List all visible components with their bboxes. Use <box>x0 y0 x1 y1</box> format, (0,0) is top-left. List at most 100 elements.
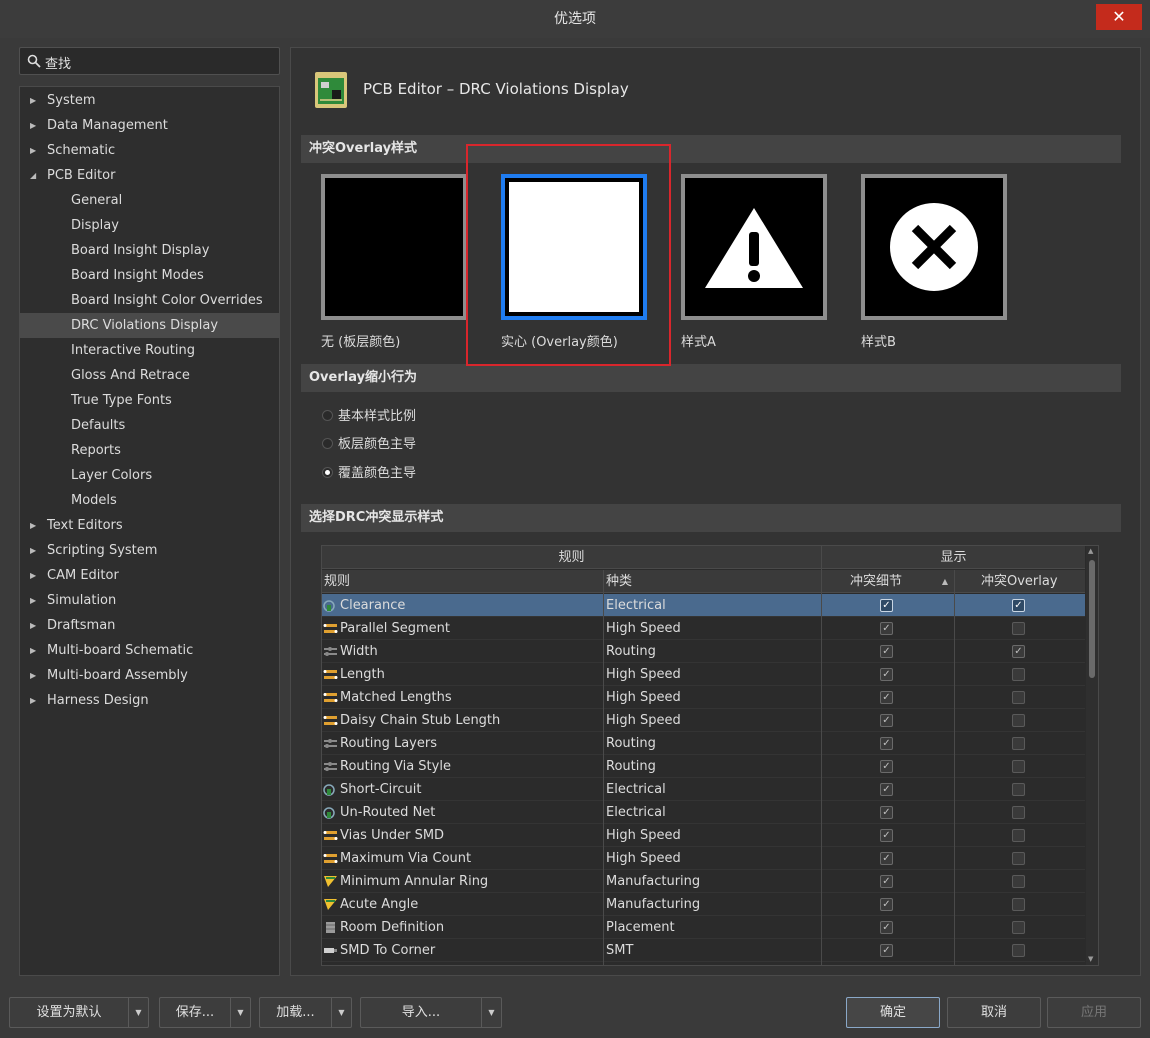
preferences-tree[interactable]: ▶ System ▶ Data Management ▶ Schematic ◢ PCB Ed… <box>19 86 280 976</box>
overlay-checkbox[interactable] <box>1012 829 1025 842</box>
column-header-detail[interactable]: 冲突细节 ▲ <box>822 570 954 593</box>
tree-item-interactive-routing[interactable]: Interactive Routing <box>20 338 279 363</box>
drc-rules-grid[interactable]: 规则 显示 规则 种类 冲突细节 ▲ 冲突Overlay Clearance El… <box>321 545 1099 966</box>
tree-item-drc-violations-display[interactable]: DRC Violations Display <box>20 313 279 338</box>
tree-item-general[interactable]: General <box>20 188 279 213</box>
collapsed-arrow-icon[interactable]: ▶ <box>30 688 36 713</box>
column-header-kind[interactable]: 种类 <box>604 570 821 593</box>
tree-item-layer-colors[interactable]: Layer Colors <box>20 463 279 488</box>
tree-item-schematic[interactable]: ▶ Schematic <box>20 138 279 163</box>
grid-scrollbar[interactable]: ▲ ▼ <box>1086 546 1098 965</box>
collapsed-arrow-icon[interactable]: ▶ <box>30 113 36 138</box>
collapsed-arrow-icon[interactable]: ▶ <box>30 588 36 613</box>
expanded-arrow-icon[interactable]: ◢ <box>30 163 36 188</box>
detail-checkbox[interactable]: ✓ <box>880 829 893 842</box>
radio-overlay-color-dominant[interactable]: 覆盖颜色主导 <box>322 462 416 481</box>
tree-item-board-insight-color-overrides[interactable]: Board Insight Color Overrides <box>20 288 279 313</box>
collapsed-arrow-icon[interactable]: ▶ <box>30 663 36 688</box>
overlay-checkbox[interactable] <box>1012 898 1025 911</box>
tree-item-board-insight-display[interactable]: Board Insight Display <box>20 238 279 263</box>
tree-item-cam-editor[interactable]: ▶ CAM Editor <box>20 563 279 588</box>
radio-indicator[interactable] <box>322 438 333 449</box>
tree-item-pcb-editor[interactable]: ◢ PCB Editor <box>20 163 279 188</box>
table-row[interactable]: SMD To Corner SMT ✓ <box>322 939 1085 962</box>
detail-checkbox[interactable]: ✓ <box>880 852 893 865</box>
tree-item-multi-board-schematic[interactable]: ▶ Multi-board Schematic <box>20 638 279 663</box>
overlay-style-none-tile[interactable] <box>321 174 467 320</box>
chevron-down-icon[interactable]: ▼ <box>481 998 501 1027</box>
table-row[interactable]: Length High Speed ✓ <box>322 663 1085 686</box>
collapsed-arrow-icon[interactable]: ▶ <box>30 638 36 663</box>
table-row[interactable]: Daisy Chain Stub Length High Speed ✓ <box>322 709 1085 732</box>
set-default-button[interactable]: 设置为默认 ▼ <box>9 997 149 1028</box>
detail-checkbox[interactable]: ✓ <box>880 806 893 819</box>
overlay-checkbox[interactable] <box>1012 921 1025 934</box>
radio-layer-color-dominant[interactable]: 板层颜色主导 <box>322 433 416 452</box>
overlay-checkbox[interactable] <box>1012 714 1025 727</box>
table-row[interactable]: Room Definition Placement ✓ <box>322 916 1085 939</box>
table-row[interactable]: Matched Lengths High Speed ✓ <box>322 686 1085 709</box>
detail-checkbox[interactable]: ✓ <box>880 599 893 612</box>
tree-item-multi-board-assembly[interactable]: ▶ Multi-board Assembly <box>20 663 279 688</box>
tree-item-reports[interactable]: Reports <box>20 438 279 463</box>
import-button[interactable]: 导入... ▼ <box>360 997 502 1028</box>
detail-checkbox[interactable]: ✓ <box>880 921 893 934</box>
overlay-style-b-tile[interactable] <box>861 174 1007 320</box>
overlay-checkbox[interactable] <box>1012 875 1025 888</box>
save-button[interactable]: 保存... ▼ <box>159 997 251 1028</box>
overlay-checkbox[interactable] <box>1012 806 1025 819</box>
table-row[interactable]: Clearance Electrical ✓ ✓ <box>322 594 1085 617</box>
tree-item-scripting-system[interactable]: ▶ Scripting System <box>20 538 279 563</box>
tree-item-true-type-fonts[interactable]: True Type Fonts <box>20 388 279 413</box>
detail-checkbox[interactable]: ✓ <box>880 714 893 727</box>
column-header-rule[interactable]: 规则 <box>322 570 603 593</box>
table-row[interactable]: Width Routing ✓ ✓ <box>322 640 1085 663</box>
overlay-checkbox[interactable]: ✓ <box>1012 645 1025 658</box>
collapsed-arrow-icon[interactable]: ▶ <box>30 563 36 588</box>
tree-item-harness-design[interactable]: ▶ Harness Design <box>20 688 279 713</box>
overlay-checkbox[interactable] <box>1012 760 1025 773</box>
overlay-checkbox[interactable] <box>1012 668 1025 681</box>
table-row[interactable]: Acute Angle Manufacturing ✓ <box>322 893 1085 916</box>
tree-item-defaults[interactable]: Defaults <box>20 413 279 438</box>
tree-item-models[interactable]: Models <box>20 488 279 513</box>
overlay-checkbox[interactable] <box>1012 737 1025 750</box>
overlay-checkbox[interactable] <box>1012 944 1025 957</box>
collapsed-arrow-icon[interactable]: ▶ <box>30 513 36 538</box>
scroll-up-icon[interactable]: ▲ <box>1088 547 1093 555</box>
tree-item-board-insight-modes[interactable]: Board Insight Modes <box>20 263 279 288</box>
overlay-checkbox[interactable] <box>1012 783 1025 796</box>
radio-indicator[interactable] <box>322 410 333 421</box>
chevron-down-icon[interactable]: ▼ <box>331 998 351 1027</box>
ok-button[interactable]: 确定 <box>846 997 940 1028</box>
collapsed-arrow-icon[interactable]: ▶ <box>30 538 36 563</box>
table-row[interactable]: Maximum Via Count High Speed ✓ <box>322 847 1085 870</box>
collapsed-arrow-icon[interactable]: ▶ <box>30 88 36 113</box>
tree-item-text-editors[interactable]: ▶ Text Editors <box>20 513 279 538</box>
radio-base-style-ratio[interactable]: 基本样式比例 <box>322 405 416 424</box>
collapsed-arrow-icon[interactable]: ▶ <box>30 613 36 638</box>
table-row[interactable]: Routing Layers Routing ✓ <box>322 732 1085 755</box>
tree-item-draftsman[interactable]: ▶ Draftsman <box>20 613 279 638</box>
scrollbar-thumb[interactable] <box>1089 560 1095 678</box>
overlay-checkbox[interactable] <box>1012 622 1025 635</box>
chevron-down-icon[interactable]: ▼ <box>128 998 148 1027</box>
overlay-style-a-tile[interactable] <box>681 174 827 320</box>
tree-item-data-management[interactable]: ▶ Data Management <box>20 113 279 138</box>
cancel-button[interactable]: 取消 <box>947 997 1041 1028</box>
table-row[interactable]: Routing Via Style Routing ✓ <box>322 755 1085 778</box>
table-row[interactable]: Un-Routed Net Electrical ✓ <box>322 801 1085 824</box>
detail-checkbox[interactable]: ✓ <box>880 691 893 704</box>
scroll-down-icon[interactable]: ▼ <box>1088 955 1093 963</box>
radio-indicator[interactable] <box>322 467 333 478</box>
detail-checkbox[interactable]: ✓ <box>880 622 893 635</box>
detail-checkbox[interactable]: ✓ <box>880 875 893 888</box>
collapsed-arrow-icon[interactable]: ▶ <box>30 138 36 163</box>
detail-checkbox[interactable]: ✓ <box>880 944 893 957</box>
tree-item-system[interactable]: ▶ System <box>20 88 279 113</box>
detail-checkbox[interactable]: ✓ <box>880 668 893 681</box>
overlay-checkbox[interactable] <box>1012 691 1025 704</box>
load-button[interactable]: 加载... ▼ <box>259 997 352 1028</box>
overlay-checkbox[interactable]: ✓ <box>1012 599 1025 612</box>
detail-checkbox[interactable]: ✓ <box>880 898 893 911</box>
